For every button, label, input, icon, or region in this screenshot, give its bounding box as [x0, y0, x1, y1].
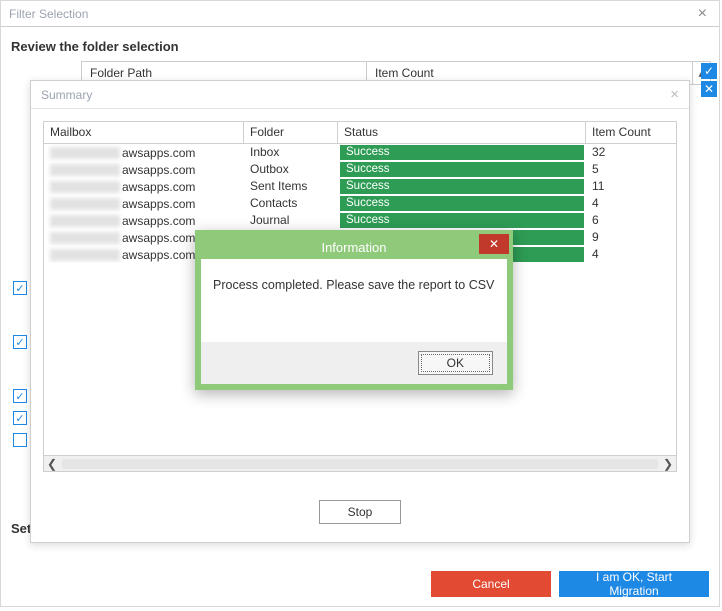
folder-check-column	[13, 281, 27, 447]
cell-status: Success	[338, 212, 586, 229]
information-dialog: Information ✕ Process completed. Please …	[195, 230, 513, 390]
check-toggle-buttons: ✓ ✕	[701, 63, 717, 97]
close-icon[interactable]: ×	[694, 5, 711, 23]
cancel-button[interactable]: Cancel	[431, 571, 551, 597]
folder-checkbox[interactable]	[13, 411, 27, 425]
folder-checkbox[interactable]	[13, 433, 27, 447]
folder-checkbox[interactable]	[13, 281, 27, 295]
information-footer: OK	[201, 342, 507, 384]
cell-mailbox: awsapps.com	[44, 161, 244, 178]
horizontal-scrollbar[interactable]: ❮ ❯	[44, 455, 676, 471]
mailbox-domain: awsapps.com	[122, 197, 195, 211]
cell-item-count: 6	[586, 212, 666, 229]
cell-status: Success	[338, 195, 586, 212]
status-badge: Success	[340, 162, 584, 177]
settings-label-truncated: Set	[11, 521, 31, 536]
start-migration-button[interactable]: I am OK, Start Migration	[559, 571, 709, 597]
close-icon[interactable]: ×	[670, 86, 679, 103]
mailbox-domain: awsapps.com	[122, 248, 195, 262]
summary-grid-header: Mailbox Folder Status Item Count	[44, 122, 676, 144]
table-row[interactable]: awsapps.com InboxSuccess32	[44, 144, 676, 161]
information-titlebar: Information ✕	[200, 235, 508, 259]
col-folder[interactable]: Folder	[244, 122, 338, 143]
col-status[interactable]: Status	[338, 122, 586, 143]
cell-item-count: 4	[586, 246, 666, 263]
cell-folder: Contacts	[244, 195, 338, 212]
cell-mailbox: awsapps.com	[44, 144, 244, 161]
close-icon[interactable]: ✕	[479, 234, 509, 254]
summary-titlebar: Summary ×	[31, 81, 689, 109]
cell-item-count: 5	[586, 161, 666, 178]
mailbox-domain: awsapps.com	[122, 146, 195, 160]
scroll-left-icon[interactable]: ❮	[44, 457, 60, 471]
table-row[interactable]: awsapps.com JournalSuccess6	[44, 212, 676, 229]
cell-item-count: 4	[586, 195, 666, 212]
status-badge: Success	[340, 213, 584, 228]
cell-folder: Inbox	[244, 144, 338, 161]
filter-selection-titlebar: Filter Selection ×	[1, 1, 719, 27]
table-row[interactable]: awsapps.com OutboxSuccess5	[44, 161, 676, 178]
stop-button[interactable]: Stop	[319, 500, 402, 524]
cell-folder: Journal	[244, 212, 338, 229]
information-message: Process completed. Please save the repor…	[201, 258, 507, 302]
cell-folder: Sent Items	[244, 178, 338, 195]
summary-title: Summary	[41, 88, 92, 102]
cell-mailbox: awsapps.com	[44, 178, 244, 195]
mailbox-domain: awsapps.com	[122, 214, 195, 228]
table-row[interactable]: awsapps.com Sent ItemsSuccess11	[44, 178, 676, 195]
status-badge: Success	[340, 145, 584, 160]
col-mailbox[interactable]: Mailbox	[44, 122, 244, 143]
ok-button[interactable]: OK	[418, 351, 493, 375]
filter-selection-subtitle: Review the folder selection	[1, 27, 719, 60]
cell-mailbox: awsapps.com	[44, 195, 244, 212]
cell-status: Success	[338, 161, 586, 178]
col-item-count[interactable]: Item Count	[586, 122, 666, 143]
filter-selection-title: Filter Selection	[9, 7, 88, 21]
scrollbar-track[interactable]	[62, 459, 658, 469]
status-badge: Success	[340, 196, 584, 211]
folder-checkbox[interactable]	[13, 389, 27, 403]
status-badge: Success	[340, 179, 584, 194]
cell-status: Success	[338, 178, 586, 195]
summary-actions: Stop	[31, 500, 689, 524]
scroll-right-icon[interactable]: ❯	[660, 457, 676, 471]
mailbox-domain: awsapps.com	[122, 163, 195, 177]
cell-item-count: 11	[586, 178, 666, 195]
table-row[interactable]: awsapps.com ContactsSuccess4	[44, 195, 676, 212]
cell-status: Success	[338, 144, 586, 161]
information-title: Information	[321, 240, 386, 255]
filter-selection-footer: Cancel I am OK, Start Migration	[1, 562, 719, 606]
cell-item-count: 32	[586, 144, 666, 161]
mailbox-domain: awsapps.com	[122, 231, 195, 245]
cell-folder: Outbox	[244, 161, 338, 178]
cell-item-count: 9	[586, 229, 666, 246]
select-all-button[interactable]: ✓	[701, 63, 717, 79]
deselect-all-button[interactable]: ✕	[701, 81, 717, 97]
folder-checkbox[interactable]	[13, 335, 27, 349]
cell-mailbox: awsapps.com	[44, 212, 244, 229]
mailbox-domain: awsapps.com	[122, 180, 195, 194]
